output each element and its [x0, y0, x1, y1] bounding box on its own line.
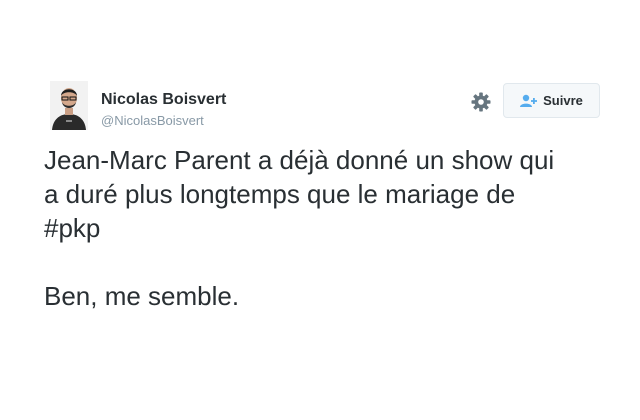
follow-button-label: Suivre: [543, 93, 583, 108]
avatar[interactable]: [50, 81, 88, 130]
tweet-line: Jean-Marc Parent a déjà donné un show qu…: [44, 145, 555, 175]
gear-icon[interactable]: [471, 92, 491, 112]
author-handle[interactable]: @NicolasBoisvert: [101, 113, 204, 128]
tweet-text: Jean-Marc Parent a déjà donné un show qu…: [44, 143, 604, 313]
hashtag-link[interactable]: #pkp: [44, 213, 100, 243]
follow-person-plus-icon: [520, 94, 538, 107]
follow-button[interactable]: Suivre: [503, 83, 600, 118]
tweet-line: Ben, me semble.: [44, 281, 240, 311]
tweet-card: Nicolas Boisvert @NicolasBoisvert Suivre…: [0, 0, 640, 420]
tweet-line: a duré plus longtemps que le mariage de: [44, 179, 516, 209]
author-name[interactable]: Nicolas Boisvert: [101, 91, 226, 109]
